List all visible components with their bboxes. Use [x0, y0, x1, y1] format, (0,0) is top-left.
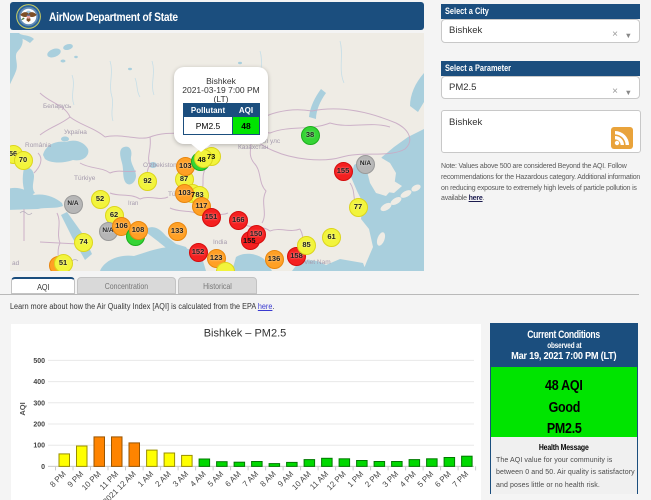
svg-text:2 PM: 2 PM: [363, 469, 383, 489]
svg-text:5 PM: 5 PM: [416, 469, 436, 489]
svg-text:2 AM: 2 AM: [153, 469, 172, 488]
svg-text:Україна: Україна: [64, 129, 87, 136]
svg-text:3 PM: 3 PM: [381, 469, 401, 489]
svg-text:AQI: AQI: [18, 402, 27, 415]
svg-text:ad: ad: [12, 260, 20, 267]
svg-text:3 AM: 3 AM: [171, 469, 190, 488]
svg-text:4 AM: 4 AM: [188, 469, 207, 488]
svg-text:500: 500: [33, 358, 45, 365]
svg-text:10 PM: 10 PM: [80, 469, 103, 492]
svg-text:0: 0: [41, 464, 45, 471]
svg-text:5 AM: 5 AM: [206, 469, 225, 488]
svg-text:4 PM: 4 PM: [398, 469, 418, 489]
svg-text:Iran: Iran: [128, 201, 138, 207]
svg-text:400: 400: [33, 379, 45, 386]
svg-text:Türkiye: Türkiye: [74, 175, 96, 182]
svg-text:8 AM: 8 AM: [258, 469, 277, 488]
svg-text:100: 100: [33, 443, 45, 450]
svg-text:300: 300: [33, 400, 45, 407]
svg-text:India: India: [213, 239, 227, 246]
svg-text:Беларусь: Беларусь: [43, 103, 72, 110]
svg-text:200: 200: [33, 422, 45, 429]
svg-text:România: România: [25, 142, 51, 149]
svg-text:6 AM: 6 AM: [223, 469, 242, 488]
svg-text:12 PM: 12 PM: [325, 469, 348, 492]
svg-text:7 PM: 7 PM: [451, 469, 471, 489]
svg-text:10 AM: 10 AM: [290, 469, 313, 492]
svg-text:O'zbekiston: O'zbekiston: [143, 162, 177, 169]
svg-text:8 PM: 8 PM: [48, 469, 68, 489]
svg-text:7 AM: 7 AM: [241, 469, 260, 488]
svg-text:Viet Nam: Viet Nam: [304, 259, 331, 266]
svg-text:1 AM: 1 AM: [136, 469, 155, 488]
svg-text:6 PM: 6 PM: [433, 469, 453, 489]
svg-text:1 PM: 1 PM: [346, 469, 366, 489]
svg-text:Bishkek – PM2.5: Bishkek – PM2.5: [204, 328, 287, 340]
svg-text:Казахстан: Казахстан: [238, 144, 269, 151]
